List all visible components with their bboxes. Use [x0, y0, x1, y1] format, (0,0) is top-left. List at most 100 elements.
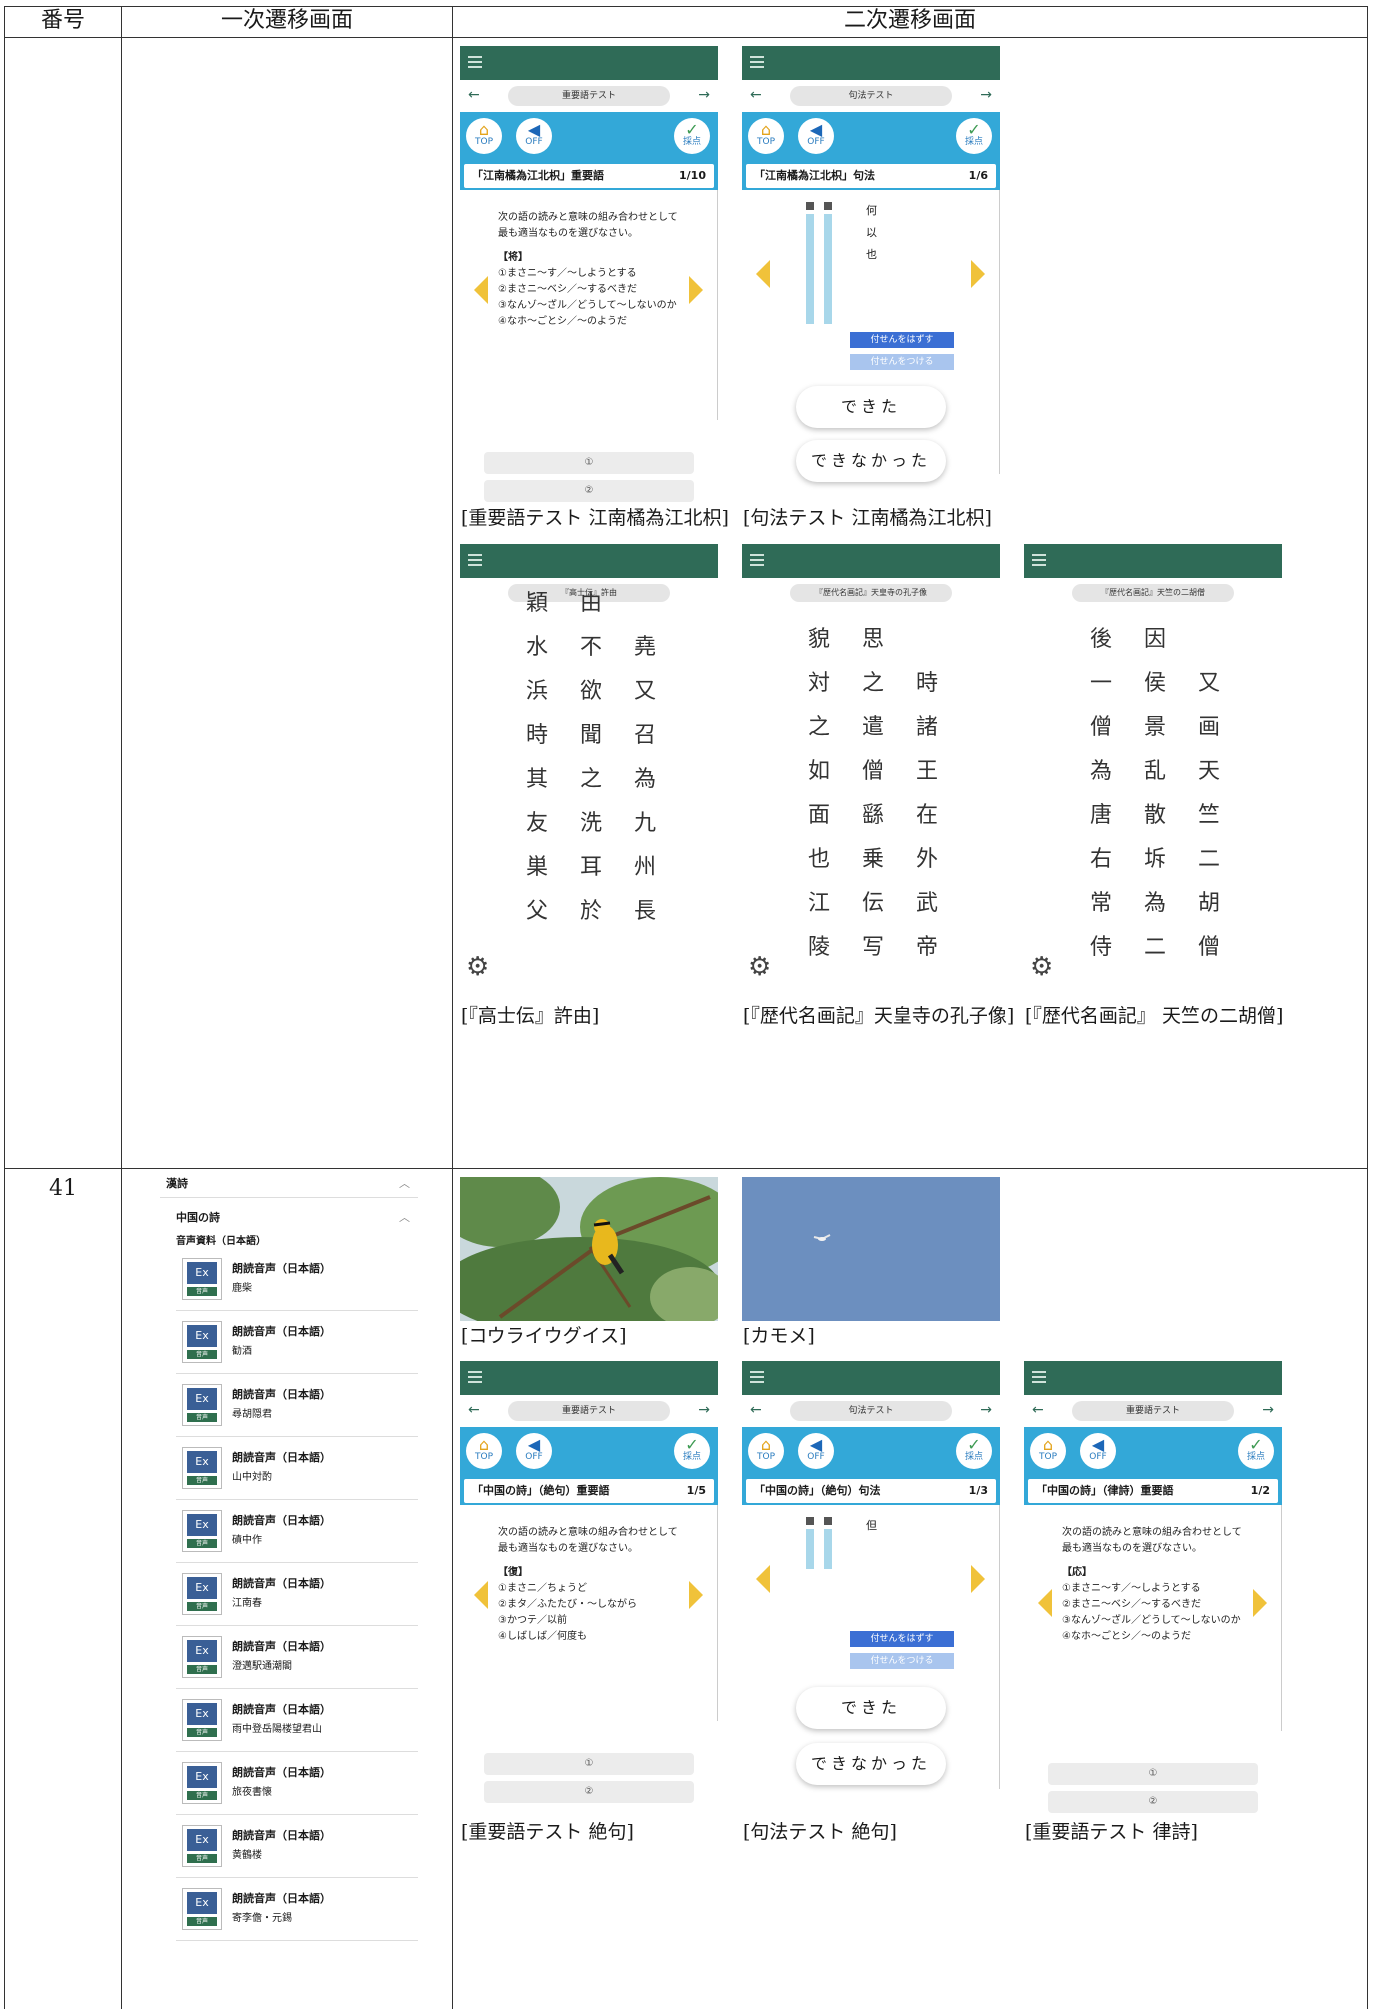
prev-triangle-icon[interactable] [1038, 1589, 1052, 1617]
caption-1: [重要語テスト 江南橘為江北枳] [461, 507, 729, 529]
not-done-button[interactable]: できなかった [796, 1743, 946, 1785]
menu-icon[interactable] [1032, 1371, 1046, 1383]
done-button[interactable]: できた [796, 386, 946, 428]
table-border-row [4, 1168, 1368, 1169]
score-check-icon[interactable]: ✓ 採点 [956, 118, 992, 154]
answer-option-1[interactable]: ① [484, 1753, 694, 1775]
home-icon[interactable]: ⌂ TOP [466, 1433, 502, 1469]
speaker-off-icon[interactable]: ◀ OFF [516, 1433, 552, 1469]
speaker-off-icon[interactable]: ◀ OFF [516, 118, 552, 154]
menu-icon[interactable] [750, 554, 764, 566]
chevron-up-icon[interactable]: ︿ [399, 1170, 410, 1198]
answer-option-1[interactable]: ① [484, 452, 694, 474]
quiz-title: 「江南橘為江北枳」重要語 [472, 169, 604, 182]
speaker-off-icon[interactable]: ◀ OFF [1080, 1433, 1116, 1469]
list-item[interactable]: Ex 音声 朗読音声（日本語） 雨中登岳陽楼望君山 [176, 1689, 418, 1752]
audio-file-icon: Ex 音声 [182, 1573, 222, 1615]
back-arrow-icon[interactable]: ← [750, 87, 762, 103]
next-triangle-icon[interactable] [971, 260, 985, 288]
forward-arrow-icon[interactable]: → [1262, 1402, 1274, 1418]
list-item[interactable]: Ex 音声 朗読音声（日本語） 磧中作 [176, 1500, 418, 1563]
next-triangle-icon[interactable] [689, 1581, 703, 1609]
list-item[interactable]: Ex 音声 朗読音声（日本語） 黄鶴楼 [176, 1815, 418, 1878]
audio-file-icon: Ex 音声 [182, 1762, 222, 1804]
home-icon[interactable]: ⌂ TOP [748, 1433, 784, 1469]
back-arrow-icon[interactable]: ← [468, 87, 480, 103]
menu-icon[interactable] [1032, 554, 1046, 566]
menu-icon[interactable] [468, 56, 482, 68]
item-poem-title: 山中対酌 [232, 1472, 272, 1483]
screenshot-keyword-test-1: ← 重要語テスト → ⌂ TOP ◀ OFF ✓ 採点 「江南橘為江北枳」重要語 1/10 … [460, 46, 718, 504]
gear-icon[interactable]: ⚙ [466, 952, 489, 982]
list-item[interactable]: Ex 音声 朗読音声（日本語） 山中対酌 [176, 1437, 418, 1500]
caption-8: [重要語テスト 絶句] [461, 1821, 634, 1843]
list-item[interactable]: Ex 音声 朗読音声（日本語） 寄李儋・元錫 [176, 1878, 418, 1941]
quiz-counter: 1/6 [968, 169, 988, 182]
next-triangle-icon[interactable] [971, 1565, 985, 1593]
score-check-icon[interactable]: ✓ 採点 [674, 1433, 710, 1469]
menu-icon[interactable] [750, 1371, 764, 1383]
forward-arrow-icon[interactable]: → [980, 87, 992, 103]
add-sticky-button[interactable]: 付せんをつける [850, 1653, 954, 1669]
back-arrow-icon[interactable]: ← [1032, 1402, 1044, 1418]
speaker-off-icon[interactable]: ◀ OFF [798, 1433, 834, 1469]
list-item[interactable]: Ex 音声 朗読音声（日本語） 澄邁駅通潮閣 [176, 1626, 418, 1689]
gear-icon[interactable]: ⚙ [1030, 952, 1053, 982]
audio-file-icon: Ex 音声 [182, 1447, 222, 1489]
forward-arrow-icon[interactable]: → [980, 1402, 992, 1418]
forward-arrow-icon[interactable]: → [698, 87, 710, 103]
list-item[interactable]: Ex 音声 朗読音声（日本語） 江南春 [176, 1563, 418, 1626]
prev-triangle-icon[interactable] [756, 260, 770, 288]
screenshot-syntax-test-1: ← 句法テスト → ⌂ TOP ◀ OFF ✓ 採点 「江南橘為江北枳」句法 1/6 何 以… [742, 46, 1000, 504]
speaker-off-icon[interactable]: ◀ OFF [798, 118, 834, 154]
section-chinese-poems[interactable]: 中国の詩 ︿ [170, 1204, 418, 1232]
menu-icon[interactable] [468, 554, 482, 566]
prev-triangle-icon[interactable] [474, 276, 488, 304]
remove-sticky-button[interactable]: 付せんをはずす [850, 332, 954, 348]
caption-9: [句法テスト 絶句] [743, 1821, 897, 1843]
kanbun-char: 以 [866, 226, 877, 239]
next-triangle-icon[interactable] [689, 276, 703, 304]
home-icon[interactable]: ⌂ TOP [1030, 1433, 1066, 1469]
score-check-icon[interactable]: ✓ 採点 [956, 1433, 992, 1469]
answer-option-2[interactable]: ② [484, 1781, 694, 1803]
quiz-title: 「中国の詩」（絶句）重要語 [472, 1484, 610, 1497]
subsection-audio: 音声資料（日本語） [176, 1236, 266, 1247]
table-border-header [4, 37, 1368, 38]
prev-triangle-icon[interactable] [474, 1581, 488, 1609]
menu-icon[interactable] [750, 56, 764, 68]
prev-triangle-icon[interactable] [756, 1565, 770, 1593]
question-word: 【応】 [1062, 1567, 1092, 1578]
forward-arrow-icon[interactable]: → [698, 1402, 710, 1418]
not-done-button[interactable]: できなかった [796, 440, 946, 482]
menu-icon[interactable] [468, 1371, 482, 1383]
next-triangle-icon[interactable] [1253, 1589, 1267, 1617]
list-item[interactable]: Ex 音声 朗読音声（日本語） 旅夜書懐 [176, 1752, 418, 1815]
score-check-icon[interactable]: ✓ 採点 [1238, 1433, 1274, 1469]
gear-icon[interactable]: ⚙ [748, 952, 771, 982]
score-check-icon[interactable]: ✓ 採点 [674, 118, 710, 154]
text-column: 又画天竺二胡僧 [1197, 671, 1220, 960]
chevron-up-icon[interactable]: ︿ [399, 1204, 410, 1232]
nav-title: 重要語テスト [1072, 1401, 1234, 1421]
audio-file-icon: Ex 音声 [182, 1636, 222, 1678]
question-text: 次の語の読みと意味の組み合わせとして最も適当なものを選びなさい。 [498, 212, 678, 239]
list-item[interactable]: Ex 音声 朗読音声（日本語） 鹿柴 [176, 1248, 418, 1311]
home-icon[interactable]: ⌂ TOP [748, 118, 784, 154]
answer-option-1[interactable]: ① [1048, 1763, 1258, 1785]
item-poem-title: 尋胡隠君 [232, 1409, 272, 1420]
back-arrow-icon[interactable]: ← [750, 1402, 762, 1418]
remove-sticky-button[interactable]: 付せんをはずす [850, 1631, 954, 1647]
answer-option-2[interactable]: ② [484, 480, 694, 502]
back-arrow-icon[interactable]: ← [468, 1402, 480, 1418]
text-column: 穎水浜時其友巣父 [525, 591, 548, 924]
nav-title: 句法テスト [790, 1401, 952, 1421]
text-column: 堯又召為九州長 [633, 635, 656, 924]
home-icon[interactable]: ⌂ TOP [466, 118, 502, 154]
list-item[interactable]: Ex 音声 朗読音声（日本語） 尋胡隠君 [176, 1374, 418, 1437]
add-sticky-button[interactable]: 付せんをつける [850, 354, 954, 370]
list-item[interactable]: Ex 音声 朗読音声（日本語） 勧酒 [176, 1311, 418, 1374]
section-kanshi[interactable]: 漢詩 ︿ [160, 1170, 418, 1198]
done-button[interactable]: できた [796, 1687, 946, 1729]
answer-option-2[interactable]: ② [1048, 1791, 1258, 1813]
